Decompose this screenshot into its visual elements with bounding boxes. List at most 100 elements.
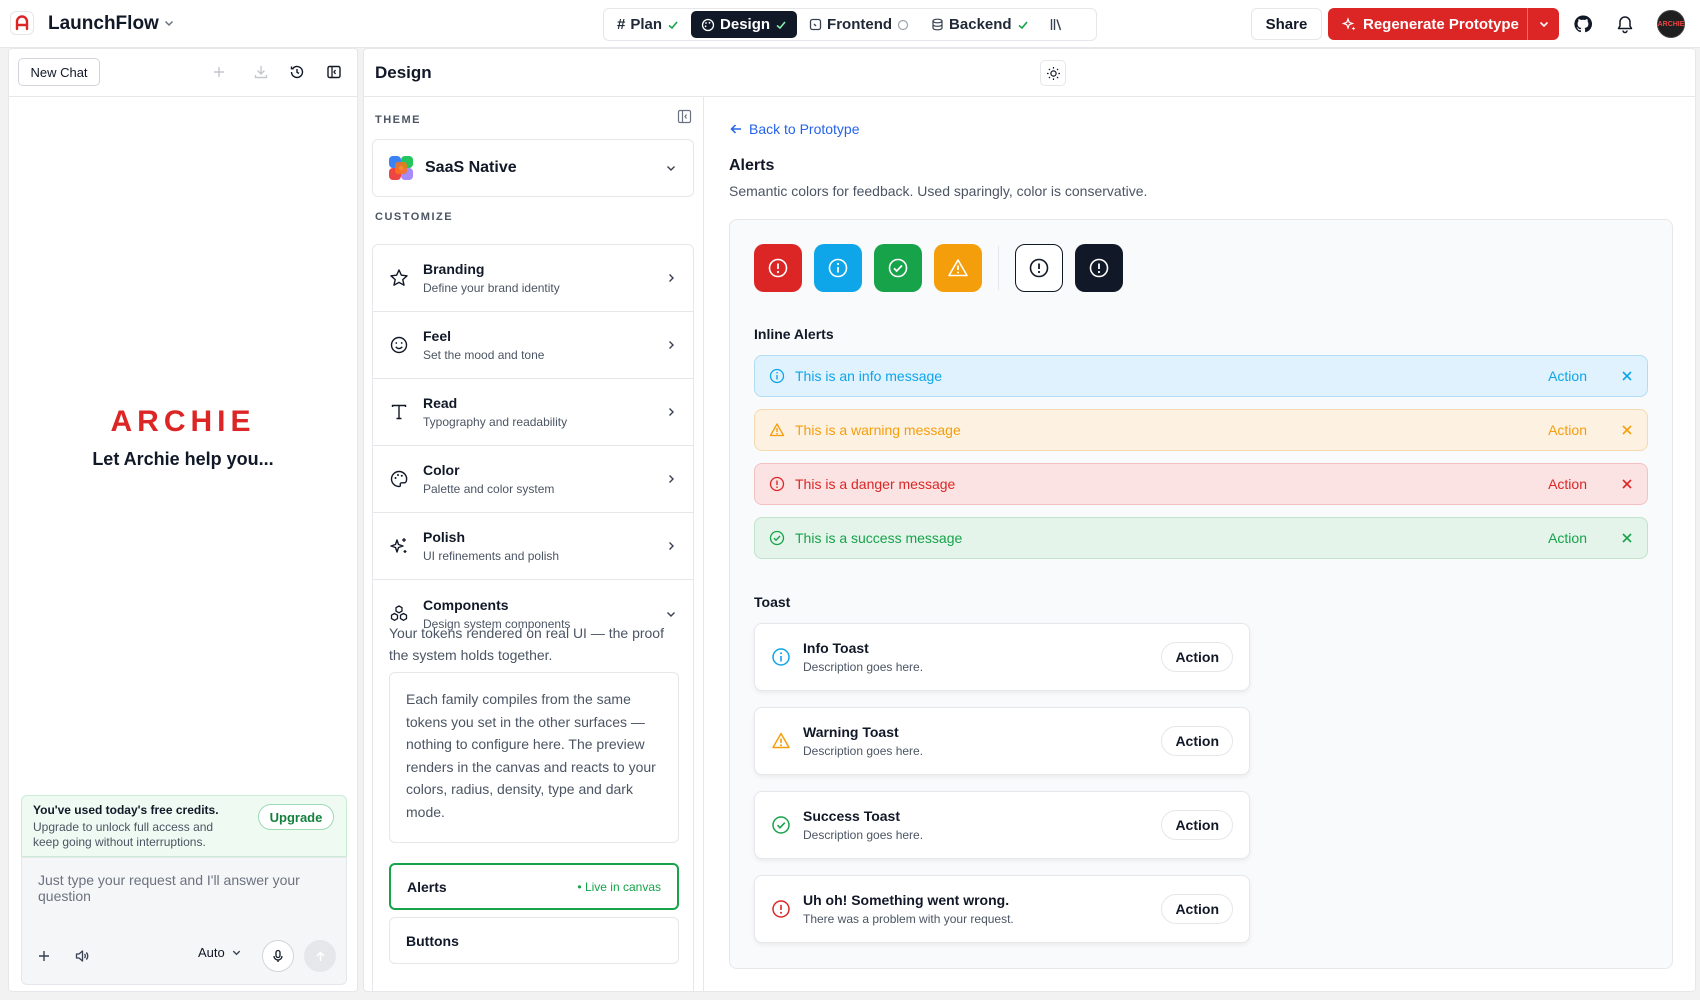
alert-circle-icon [1089,258,1109,278]
alert-circle-icon [772,900,790,918]
canvas-subtitle: Semantic colors for feedback. Used spari… [729,183,1148,199]
logo-icon [15,15,29,31]
alert-message: This is a danger message [795,476,956,492]
customize-item-polish[interactable]: Polish UI refinements and polish [373,513,693,580]
theme-mode-toggle[interactable] [1040,60,1066,86]
alert-action-button[interactable]: Action [1548,530,1587,546]
new-chat-button[interactable]: New Chat [18,58,100,86]
sun-icon [1046,66,1060,80]
step-frontend[interactable]: Frontend [799,11,919,38]
component-row-alerts[interactable]: Alerts • Live in canvas [389,863,679,910]
alert-icon-swatches [754,244,1135,292]
regenerate-prototype-button[interactable]: Regenerate Prototype [1328,8,1559,40]
back-to-prototype-link[interactable]: Back to Prototype [729,121,860,137]
step-backend[interactable]: Backend [921,11,1039,38]
chevron-down-icon[interactable] [163,17,175,29]
credits-text: Upgrade to unlock full access and keep g… [33,820,214,849]
microphone-icon [273,949,283,962]
inline-alerts-heading: Inline Alerts [754,326,834,342]
close-icon[interactable] [1621,478,1633,490]
design-header: Design [364,49,1695,97]
share-button[interactable]: Share [1251,8,1322,40]
send-button[interactable] [304,940,336,972]
alert-message: This is a success message [795,530,963,546]
step-design[interactable]: Design [691,11,798,38]
mode-select[interactable]: Auto [198,945,242,960]
customize-item-read[interactable]: Read Typography and readability [373,379,693,446]
regenerate-main[interactable]: Regenerate Prototype [1328,8,1527,40]
attach-plus-icon[interactable] [36,948,52,964]
close-icon[interactable] [1621,370,1633,382]
customize-item-color[interactable]: Color Palette and color system [373,446,693,513]
alert-action-button[interactable]: Action [1548,422,1587,438]
inline-alert-info: This is an info message Action [754,355,1648,397]
sparkles-icon [390,538,407,553]
bell-icon[interactable] [1615,14,1635,34]
plus-icon[interactable] [211,64,227,80]
chevron-down-icon [667,166,675,171]
archie-logo: ARCHIE [110,405,256,438]
avatar[interactable]: ARCHIE [1657,10,1685,38]
history-icon[interactable] [289,64,305,80]
live-badge: • Live in canvas [577,879,661,894]
star-icon [390,269,408,286]
code-file-icon [809,18,822,31]
item-title: Components [423,596,509,613]
alert-circle-icon [768,258,788,278]
alerts-preview-card: Inline Alerts This is an info message Ac… [729,219,1673,969]
workflow-steps: # Plan Design Frontend Backend [603,8,1097,41]
inline-alert-danger: This is a danger message Action [754,463,1648,505]
alert-action-button[interactable]: Action [1548,476,1587,492]
toast-action-button[interactable]: Action [1161,894,1233,924]
alert-message: This is a warning message [795,422,961,438]
alert-message: This is an info message [795,368,943,384]
microphone-button[interactable] [262,940,294,972]
inline-alert-warning: This is a warning message Action [754,409,1648,451]
toast-warning: Warning Toast Description goes here. Acti… [754,707,1250,775]
speaker-icon[interactable] [74,948,90,964]
library-icon [1050,19,1061,31]
regenerate-dropdown[interactable] [1527,8,1559,40]
close-icon[interactable] [1621,532,1633,544]
toast-description: There was a problem with your request. [803,912,1014,926]
github-icon[interactable] [1573,14,1593,34]
warning-triangle-icon [769,423,785,437]
library-button[interactable] [1041,11,1072,38]
chevron-right-icon [669,475,674,483]
toast-action-button[interactable]: Action [1161,810,1233,840]
check-icon [776,20,786,29]
toast-action-button[interactable]: Action [1161,642,1233,672]
chat-input[interactable] [22,858,346,928]
component-row-buttons[interactable]: Buttons [389,917,679,964]
theme-select[interactable]: SaaS Native [372,139,694,197]
palette-icon [701,18,715,31]
item-title: Branding [423,261,485,277]
item-title: Color [423,462,460,478]
info-icon [769,368,785,384]
step-label: Backend [949,16,1012,33]
alert-action-button[interactable]: Action [1548,368,1587,384]
upgrade-button[interactable]: Upgrade [258,804,334,830]
customize-item-feel[interactable]: Feel Set the mood and tone [373,312,693,379]
toast-action-button[interactable]: Action [1161,726,1233,756]
components-description: Your tokens rendered on real UI — the pr… [389,625,664,663]
hash-icon: # [617,16,626,33]
sidebar-toggle-icon[interactable] [326,64,342,80]
app-logo[interactable] [10,11,34,35]
theme-name: SaaS Native [425,159,517,176]
component-label: Alerts [407,878,447,895]
app-name[interactable]: LaunchFlow [48,13,159,35]
item-title: Read [423,395,458,411]
download-icon[interactable] [253,64,269,80]
collapse-panel-icon[interactable] [677,109,692,124]
page-title: Design [375,63,432,82]
item-subtitle: Set the mood and tone [423,348,545,362]
chat-tagline: Let Archie help you... [92,449,274,469]
close-icon[interactable] [1621,424,1633,436]
item-subtitle: Typography and readability [423,415,568,429]
customize-item-branding[interactable]: Branding Define your brand identity [373,245,693,312]
warning-triangle-icon [772,732,790,749]
check-circle-icon [769,530,785,546]
smile-icon [390,336,408,354]
step-plan[interactable]: # Plan [607,11,689,38]
